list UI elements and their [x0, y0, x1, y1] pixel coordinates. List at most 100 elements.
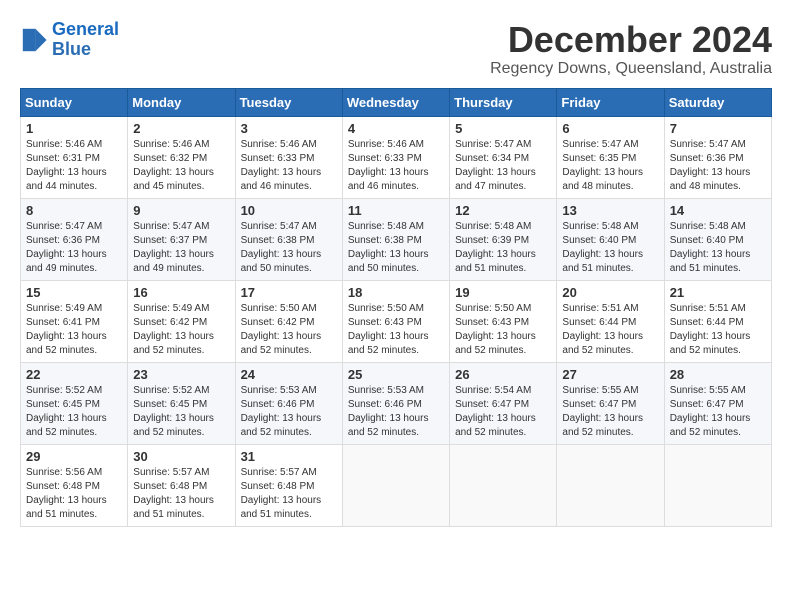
calendar-cell: 11 Sunrise: 5:48 AMSunset: 6:38 PMDaylig…: [342, 198, 449, 280]
day-number: 8: [26, 203, 122, 218]
cell-info: Sunrise: 5:47 AMSunset: 6:38 PMDaylight:…: [241, 220, 337, 276]
weekday-header-wednesday: Wednesday: [342, 88, 449, 116]
calendar-cell: 26 Sunrise: 5:54 AMSunset: 6:47 PMDaylig…: [450, 362, 557, 444]
cell-info: Sunrise: 5:52 AMSunset: 6:45 PMDaylight:…: [26, 384, 122, 440]
cell-info: Sunrise: 5:50 AMSunset: 6:42 PMDaylight:…: [241, 302, 337, 358]
calendar-cell: [557, 444, 664, 526]
weekday-header-sunday: Sunday: [21, 88, 128, 116]
calendar-week-row: 22 Sunrise: 5:52 AMSunset: 6:45 PMDaylig…: [21, 362, 772, 444]
day-number: 14: [670, 203, 766, 218]
day-number: 24: [241, 367, 337, 382]
day-number: 28: [670, 367, 766, 382]
calendar-cell: 17 Sunrise: 5:50 AMSunset: 6:42 PMDaylig…: [235, 280, 342, 362]
calendar-cell: 6 Sunrise: 5:47 AMSunset: 6:35 PMDayligh…: [557, 116, 664, 198]
day-number: 23: [133, 367, 229, 382]
logo-line2: Blue: [52, 40, 119, 60]
cell-info: Sunrise: 5:57 AMSunset: 6:48 PMDaylight:…: [241, 466, 337, 522]
day-number: 13: [562, 203, 658, 218]
weekday-header-tuesday: Tuesday: [235, 88, 342, 116]
title-block: December 2024 Regency Downs, Queensland,…: [490, 20, 772, 78]
day-number: 30: [133, 449, 229, 464]
day-number: 26: [455, 367, 551, 382]
page-header: General Blue December 2024 Regency Downs…: [20, 20, 772, 78]
calendar-cell: 19 Sunrise: 5:50 AMSunset: 6:43 PMDaylig…: [450, 280, 557, 362]
calendar-cell: 14 Sunrise: 5:48 AMSunset: 6:40 PMDaylig…: [664, 198, 771, 280]
calendar-cell: 15 Sunrise: 5:49 AMSunset: 6:41 PMDaylig…: [21, 280, 128, 362]
day-number: 22: [26, 367, 122, 382]
logo: General Blue: [20, 20, 119, 60]
cell-info: Sunrise: 5:49 AMSunset: 6:42 PMDaylight:…: [133, 302, 229, 358]
day-number: 6: [562, 121, 658, 136]
day-number: 3: [241, 121, 337, 136]
cell-info: Sunrise: 5:47 AMSunset: 6:37 PMDaylight:…: [133, 220, 229, 276]
calendar-cell: 12 Sunrise: 5:48 AMSunset: 6:39 PMDaylig…: [450, 198, 557, 280]
calendar-cell: 10 Sunrise: 5:47 AMSunset: 6:38 PMDaylig…: [235, 198, 342, 280]
cell-info: Sunrise: 5:53 AMSunset: 6:46 PMDaylight:…: [241, 384, 337, 440]
cell-info: Sunrise: 5:48 AMSunset: 6:40 PMDaylight:…: [670, 220, 766, 276]
day-number: 17: [241, 285, 337, 300]
calendar-cell: 25 Sunrise: 5:53 AMSunset: 6:46 PMDaylig…: [342, 362, 449, 444]
cell-info: Sunrise: 5:56 AMSunset: 6:48 PMDaylight:…: [26, 466, 122, 522]
cell-info: Sunrise: 5:51 AMSunset: 6:44 PMDaylight:…: [670, 302, 766, 358]
day-number: 31: [241, 449, 337, 464]
cell-info: Sunrise: 5:48 AMSunset: 6:40 PMDaylight:…: [562, 220, 658, 276]
cell-info: Sunrise: 5:52 AMSunset: 6:45 PMDaylight:…: [133, 384, 229, 440]
cell-info: Sunrise: 5:55 AMSunset: 6:47 PMDaylight:…: [670, 384, 766, 440]
day-number: 7: [670, 121, 766, 136]
cell-info: Sunrise: 5:47 AMSunset: 6:36 PMDaylight:…: [670, 138, 766, 194]
cell-info: Sunrise: 5:46 AMSunset: 6:31 PMDaylight:…: [26, 138, 122, 194]
calendar-cell: 20 Sunrise: 5:51 AMSunset: 6:44 PMDaylig…: [557, 280, 664, 362]
calendar-cell: 9 Sunrise: 5:47 AMSunset: 6:37 PMDayligh…: [128, 198, 235, 280]
calendar-cell: 5 Sunrise: 5:47 AMSunset: 6:34 PMDayligh…: [450, 116, 557, 198]
calendar-week-row: 29 Sunrise: 5:56 AMSunset: 6:48 PMDaylig…: [21, 444, 772, 526]
day-number: 4: [348, 121, 444, 136]
cell-info: Sunrise: 5:48 AMSunset: 6:38 PMDaylight:…: [348, 220, 444, 276]
day-number: 21: [670, 285, 766, 300]
cell-info: Sunrise: 5:50 AMSunset: 6:43 PMDaylight:…: [455, 302, 551, 358]
calendar-cell: 3 Sunrise: 5:46 AMSunset: 6:33 PMDayligh…: [235, 116, 342, 198]
day-number: 11: [348, 203, 444, 218]
logo-text: General Blue: [52, 20, 119, 60]
day-number: 15: [26, 285, 122, 300]
day-number: 29: [26, 449, 122, 464]
day-number: 18: [348, 285, 444, 300]
cell-info: Sunrise: 5:48 AMSunset: 6:39 PMDaylight:…: [455, 220, 551, 276]
calendar-cell: 27 Sunrise: 5:55 AMSunset: 6:47 PMDaylig…: [557, 362, 664, 444]
weekday-header-thursday: Thursday: [450, 88, 557, 116]
calendar-cell: 8 Sunrise: 5:47 AMSunset: 6:36 PMDayligh…: [21, 198, 128, 280]
location-subtitle: Regency Downs, Queensland, Australia: [490, 60, 772, 78]
calendar-cell: 22 Sunrise: 5:52 AMSunset: 6:45 PMDaylig…: [21, 362, 128, 444]
calendar-cell: [342, 444, 449, 526]
calendar-cell: 30 Sunrise: 5:57 AMSunset: 6:48 PMDaylig…: [128, 444, 235, 526]
calendar-cell: 28 Sunrise: 5:55 AMSunset: 6:47 PMDaylig…: [664, 362, 771, 444]
day-number: 1: [26, 121, 122, 136]
calendar-week-row: 8 Sunrise: 5:47 AMSunset: 6:36 PMDayligh…: [21, 198, 772, 280]
weekday-header-saturday: Saturday: [664, 88, 771, 116]
cell-info: Sunrise: 5:53 AMSunset: 6:46 PMDaylight:…: [348, 384, 444, 440]
calendar-cell: 29 Sunrise: 5:56 AMSunset: 6:48 PMDaylig…: [21, 444, 128, 526]
cell-info: Sunrise: 5:55 AMSunset: 6:47 PMDaylight:…: [562, 384, 658, 440]
day-number: 9: [133, 203, 229, 218]
calendar-cell: [664, 444, 771, 526]
cell-info: Sunrise: 5:46 AMSunset: 6:33 PMDaylight:…: [241, 138, 337, 194]
cell-info: Sunrise: 5:54 AMSunset: 6:47 PMDaylight:…: [455, 384, 551, 440]
day-number: 2: [133, 121, 229, 136]
calendar-cell: 16 Sunrise: 5:49 AMSunset: 6:42 PMDaylig…: [128, 280, 235, 362]
cell-info: Sunrise: 5:47 AMSunset: 6:34 PMDaylight:…: [455, 138, 551, 194]
day-number: 16: [133, 285, 229, 300]
calendar-cell: 13 Sunrise: 5:48 AMSunset: 6:40 PMDaylig…: [557, 198, 664, 280]
logo-line1: General: [52, 19, 119, 39]
day-number: 27: [562, 367, 658, 382]
cell-info: Sunrise: 5:57 AMSunset: 6:48 PMDaylight:…: [133, 466, 229, 522]
day-number: 20: [562, 285, 658, 300]
month-title: December 2024: [490, 20, 772, 60]
day-number: 12: [455, 203, 551, 218]
cell-info: Sunrise: 5:47 AMSunset: 6:36 PMDaylight:…: [26, 220, 122, 276]
weekday-header-monday: Monday: [128, 88, 235, 116]
day-number: 25: [348, 367, 444, 382]
cell-info: Sunrise: 5:47 AMSunset: 6:35 PMDaylight:…: [562, 138, 658, 194]
logo-icon: [20, 26, 48, 54]
calendar-cell: 24 Sunrise: 5:53 AMSunset: 6:46 PMDaylig…: [235, 362, 342, 444]
calendar-cell: 23 Sunrise: 5:52 AMSunset: 6:45 PMDaylig…: [128, 362, 235, 444]
cell-info: Sunrise: 5:51 AMSunset: 6:44 PMDaylight:…: [562, 302, 658, 358]
